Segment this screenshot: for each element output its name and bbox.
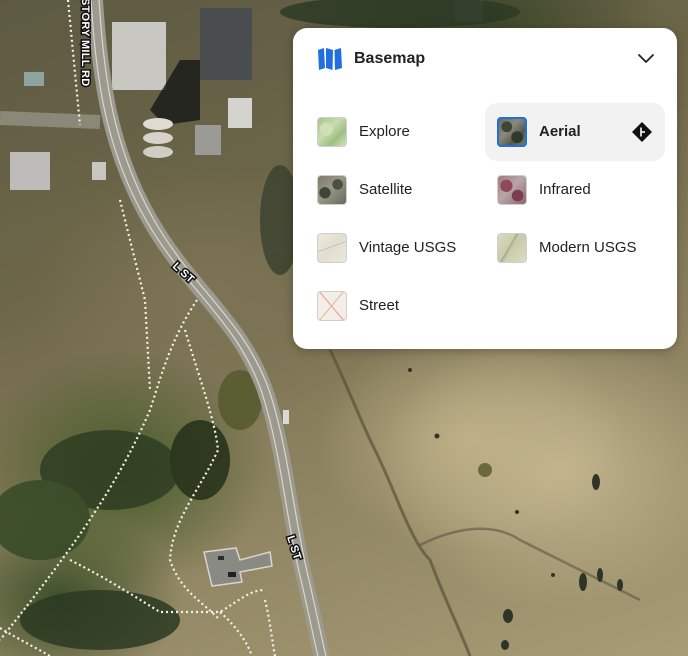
option-label: Explore <box>359 123 410 140</box>
street-thumbnail <box>317 291 347 321</box>
option-label: Vintage USGS <box>359 239 457 256</box>
road-label-story-mill-rd: STORY MILL RD <box>79 0 91 86</box>
building <box>228 98 252 128</box>
directions-sign-icon <box>632 122 652 142</box>
trail <box>219 611 254 656</box>
option-label: Aerial <box>539 123 581 140</box>
modern-usgs-thumbnail <box>497 233 527 263</box>
basemap-option-infrared[interactable]: Infrared <box>485 161 665 219</box>
basemap-panel-header[interactable]: Basemap <box>293 28 677 90</box>
map-icon <box>318 48 342 70</box>
scattered-trees <box>408 368 623 650</box>
building <box>112 22 166 90</box>
trail <box>118 199 152 391</box>
chevron-down-icon[interactable] <box>635 48 657 70</box>
basemap-option-modern-usgs[interactable]: Modern USGS <box>485 219 665 277</box>
creek <box>328 349 472 656</box>
silo <box>143 118 173 130</box>
road-side <box>0 111 101 129</box>
basemap-option-satellite[interactable]: Satellite <box>305 161 485 219</box>
silo <box>143 132 173 144</box>
building <box>24 72 44 86</box>
road-edge <box>90 0 319 656</box>
panel-title: Basemap <box>354 50 426 67</box>
aerial-thumbnail <box>497 117 527 147</box>
building <box>195 125 221 155</box>
basemap-option-street[interactable]: Street <box>305 277 485 335</box>
drainage <box>419 527 641 602</box>
infrared-thumbnail <box>497 175 527 205</box>
basemap-option-explore[interactable]: Explore <box>305 103 485 161</box>
basemap-option-vintage-usgs[interactable]: Vintage USGS <box>305 219 485 277</box>
parking-lot <box>203 547 273 587</box>
trail <box>66 0 82 126</box>
basemap-option-aerial[interactable]: Aerial <box>485 103 665 161</box>
option-label: Satellite <box>359 181 413 198</box>
option-label: Street <box>359 297 400 314</box>
vehicle <box>283 410 289 424</box>
option-label: Modern USGS <box>539 239 637 256</box>
vintage-usgs-thumbnail <box>317 233 347 263</box>
building <box>92 162 106 180</box>
trail <box>263 599 277 656</box>
explore-thumbnail <box>317 117 347 147</box>
option-label: Infrared <box>539 181 591 198</box>
satellite-thumbnail <box>317 175 347 205</box>
building <box>200 8 252 80</box>
building <box>10 152 50 190</box>
basemap-panel: Basemap Explore Aerial Satellite Infrare… <box>293 28 677 349</box>
silo <box>143 146 173 158</box>
